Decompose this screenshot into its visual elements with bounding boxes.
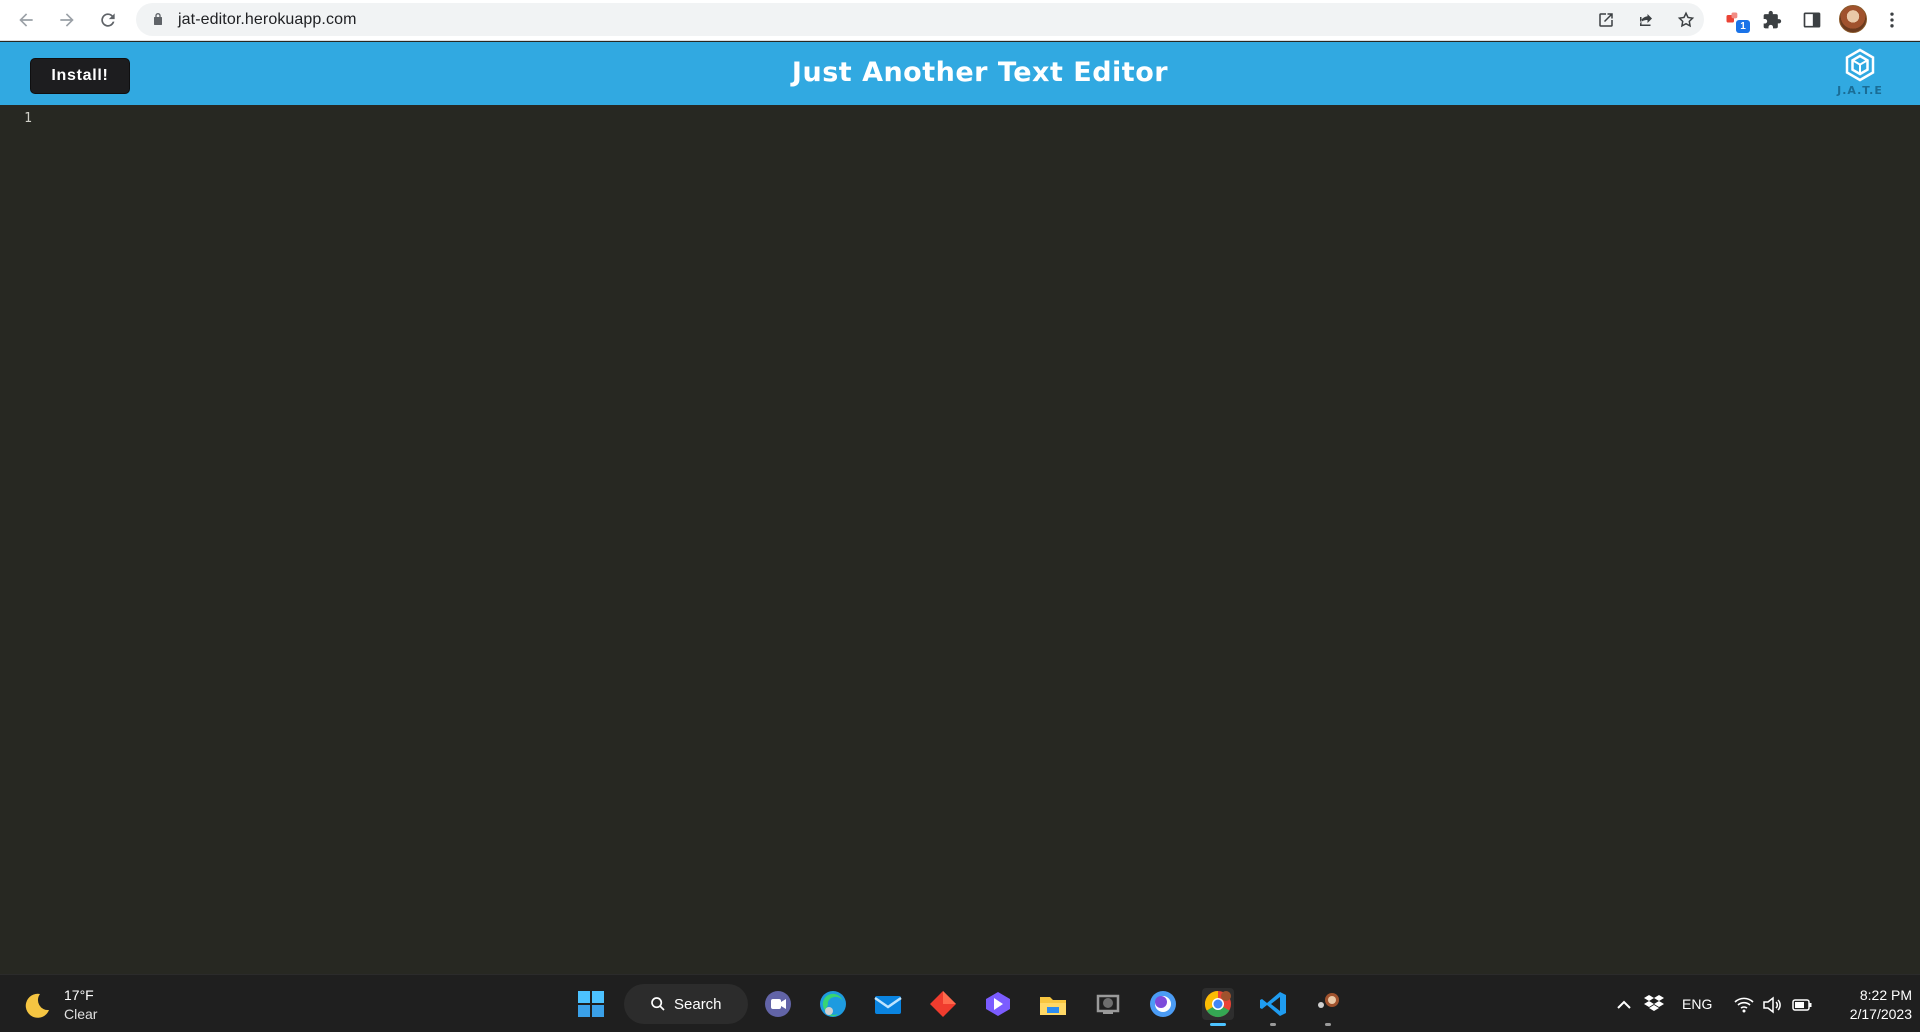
- taskbar: 17°F Clear Search ENG 8:22 PM 2/17/2023: [0, 974, 1920, 1032]
- page-title: Just Another Text Editor: [791, 57, 1169, 88]
- extensions-menu-button[interactable]: [1758, 6, 1786, 34]
- back-button[interactable]: [12, 6, 40, 34]
- taskbar-mail[interactable]: [872, 988, 904, 1020]
- bookmark-button[interactable]: [1676, 10, 1696, 30]
- battery-icon[interactable]: [1792, 995, 1812, 1015]
- file-explorer-icon: [1040, 997, 1066, 1015]
- active-app-indicator: [1210, 1023, 1226, 1026]
- insomnia-icon: [1150, 991, 1176, 1017]
- line-number: 1: [24, 111, 32, 126]
- app-icon: [1318, 993, 1339, 1008]
- editor-text-area[interactable]: [44, 105, 1914, 974]
- logo-text: J.A.T.E: [1837, 84, 1883, 97]
- open-in-app-button[interactable]: [1596, 10, 1616, 30]
- taskbar-teams[interactable]: [762, 988, 794, 1020]
- running-app-indicator: [1270, 1023, 1276, 1026]
- arrow-left-icon: [19, 13, 33, 27]
- side-panel-icon: [1803, 12, 1821, 28]
- windows-start-icon: [578, 991, 604, 1017]
- taskbar-copilot[interactable]: [982, 988, 1014, 1020]
- start-button[interactable]: [575, 988, 607, 1020]
- wifi-icon[interactable]: [1734, 995, 1754, 1015]
- language-indicator[interactable]: ENG: [1682, 996, 1712, 1012]
- taskbar-insomnia[interactable]: [1147, 988, 1179, 1020]
- open-external-icon: [1599, 13, 1613, 27]
- arrow-right-icon: [60, 13, 74, 27]
- taskbar-github-desktop[interactable]: [1092, 988, 1124, 1020]
- clock-time: 8:22 PM: [1859, 987, 1912, 1003]
- taskbar-edge[interactable]: [817, 988, 849, 1020]
- forward-button[interactable]: [53, 6, 81, 34]
- app-header: Install! Just Another Text Editor J.A.T.…: [0, 42, 1920, 105]
- code-editor[interactable]: 1: [0, 105, 1920, 974]
- url-text[interactable]: jat-editor.herokuapp.com: [178, 11, 357, 29]
- chevron-up-icon[interactable]: [1614, 995, 1634, 1015]
- more-vertical-icon: [1890, 12, 1894, 28]
- search-icon: [651, 997, 665, 1011]
- volume-icon[interactable]: [1762, 995, 1782, 1015]
- extension-badge: 1: [1736, 20, 1750, 33]
- git-icon: [930, 991, 956, 1017]
- profile-avatar[interactable]: [1839, 5, 1867, 33]
- star-icon: [1677, 11, 1695, 28]
- weather-widget[interactable]: 17°F Clear: [22, 985, 142, 1025]
- weather-temperature: 17°F: [64, 987, 94, 1003]
- chrome-menu-button[interactable]: [1878, 6, 1906, 34]
- taskbar-search[interactable]: Search: [624, 984, 748, 1024]
- system-clock[interactable]: 8:22 PM 2/17/2023: [1820, 986, 1912, 1024]
- taskbar-git[interactable]: [927, 988, 959, 1020]
- screen: jat-editor.herokuapp.com 1 Install! Just…: [0, 0, 1920, 1032]
- puzzle-icon: [1763, 10, 1782, 29]
- mail-icon: [874, 996, 902, 1014]
- app-logo: J.A.T.E: [1830, 48, 1890, 102]
- search-label: Search: [674, 995, 722, 1013]
- taskbar-chrome[interactable]: [1202, 988, 1234, 1026]
- copilot-icon: [986, 992, 1010, 1016]
- edge-icon: [820, 991, 846, 1017]
- taskbar-app[interactable]: [1312, 988, 1344, 1026]
- lock-icon: [154, 13, 162, 25]
- clock-date: 2/17/2023: [1849, 1006, 1912, 1022]
- address-bar[interactable]: jat-editor.herokuapp.com: [136, 3, 1704, 36]
- github-desktop-icon: [1096, 994, 1120, 1014]
- dropbox-icon[interactable]: [1644, 993, 1664, 1013]
- chrome-icon: [1204, 990, 1231, 1018]
- share-button[interactable]: [1636, 10, 1656, 30]
- reload-button[interactable]: [94, 6, 122, 34]
- reload-icon: [101, 13, 115, 27]
- browser-toolbar: jat-editor.herokuapp.com 1: [0, 0, 1920, 41]
- cube-logo-icon: [1845, 48, 1875, 82]
- vscode-icon: [1260, 992, 1286, 1016]
- teams-icon: [765, 991, 791, 1017]
- weather-condition: Clear: [64, 1006, 98, 1022]
- taskbar-vscode[interactable]: [1257, 988, 1289, 1026]
- taskbar-file-explorer[interactable]: [1037, 988, 1069, 1020]
- share-icon: [1640, 14, 1652, 26]
- side-panel-button[interactable]: [1798, 6, 1826, 34]
- moon-icon: [25, 993, 49, 1018]
- line-number-gutter: 1: [0, 105, 40, 974]
- running-app-indicator: [1325, 1023, 1331, 1026]
